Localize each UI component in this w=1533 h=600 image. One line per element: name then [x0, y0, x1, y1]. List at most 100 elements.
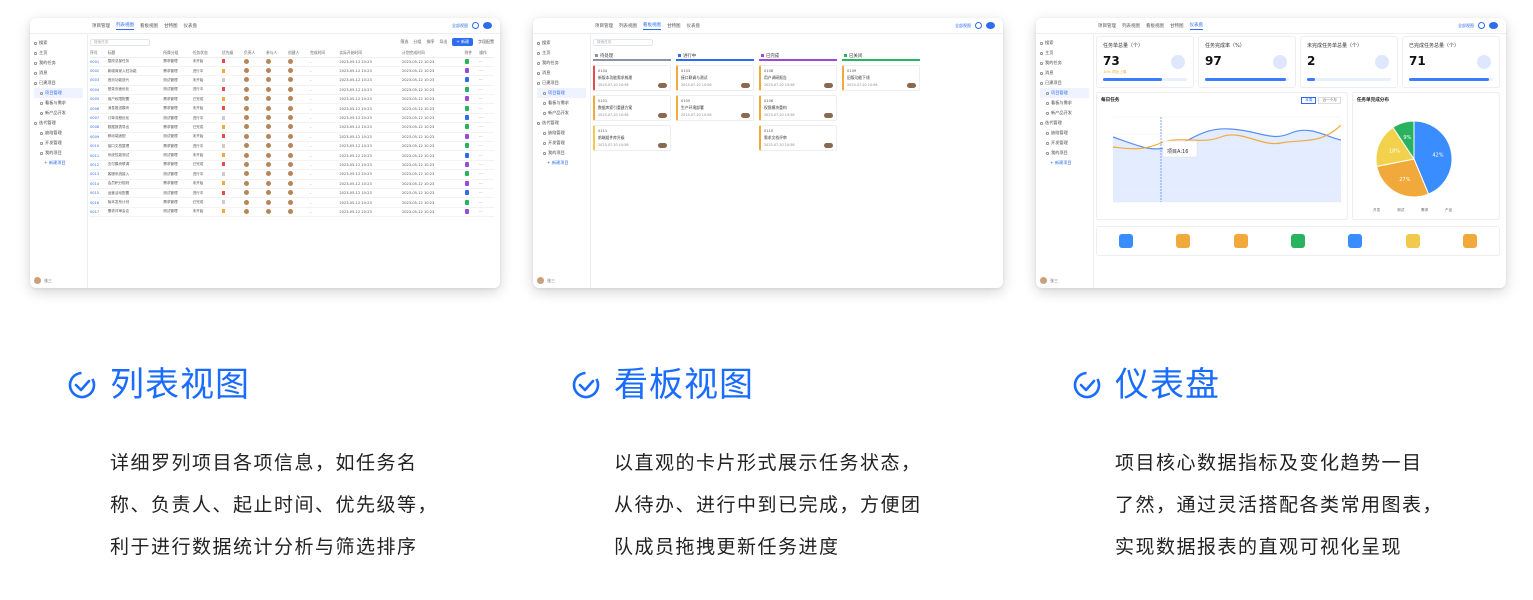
tab-项目管理[interactable]: 项目管理 — [595, 23, 613, 29]
sidebar-item[interactable]: + 新建项目 — [1040, 158, 1089, 168]
sidebar-item[interactable]: 消息 — [1040, 68, 1089, 78]
kanban-card[interactable]: 0106 权限模块重构 2023-07-20 10:56 — [759, 95, 837, 121]
row-actions[interactable]: ··· — [479, 150, 494, 161]
row-id[interactable]: 0013 — [90, 169, 108, 180]
sidebar-item[interactable]: 已建项目 — [537, 78, 586, 88]
table-row[interactable]: 0017 需求评审会议 测试管理 未开始 -2023-05-12 10:23 2023-0… — [90, 207, 494, 218]
kanban-card[interactable]: 0101 数据库索引重建方案 2023-07-20 10:56 — [593, 95, 671, 121]
sidebar-item[interactable]: 搜索 — [1040, 38, 1089, 48]
tab-甘特图[interactable]: 甘特图 — [1170, 23, 1184, 29]
file-icon[interactable] — [464, 133, 469, 139]
row-actions[interactable]: ··· — [479, 103, 494, 114]
tab-看板视图[interactable]: 看板视图 — [1146, 23, 1164, 29]
row-actions[interactable]: ··· — [479, 207, 494, 218]
column-header[interactable]: 标题 — [107, 50, 164, 58]
row-id[interactable]: 0015 — [90, 188, 108, 199]
row-title[interactable]: 订单流程优化 — [107, 113, 164, 124]
add-circle-icon[interactable] — [472, 22, 479, 29]
row-id[interactable]: 0004 — [90, 85, 108, 96]
row-title[interactable]: 消息推送模块 — [107, 103, 164, 114]
row-title[interactable]: 支付模块联调 — [107, 160, 164, 171]
row-actions[interactable]: ··· — [479, 179, 494, 189]
table-row[interactable]: 0010 接口文档整理 需求管理 进行中 -2023-05-12 10:23 2023-0… — [90, 141, 494, 152]
kanban-card[interactable]: 0109 旧版功能下线 2023-07-20 10:56 — [842, 65, 920, 91]
kanban-card[interactable]: 0103 接口联调与测试 2023-07-20 10:56 — [676, 65, 754, 91]
tab-仪表盘[interactable]: 仪表盘 — [184, 23, 198, 29]
row-title[interactable]: 客服系统接入 — [107, 169, 164, 180]
file-icon[interactable] — [464, 190, 469, 196]
add-circle-icon[interactable] — [1478, 22, 1485, 29]
sidebar-item[interactable]: 我的项目 — [1040, 148, 1089, 158]
row-id[interactable]: 0003 — [90, 75, 108, 86]
file-icon[interactable] — [464, 161, 469, 167]
row-id[interactable]: 0005 — [90, 94, 108, 105]
row-actions[interactable]: ··· — [479, 169, 494, 180]
row-actions[interactable]: ··· — [479, 122, 494, 133]
row-actions[interactable]: ··· — [479, 85, 494, 96]
tab-项目管理[interactable]: 项目管理 — [1098, 23, 1116, 29]
row-title[interactable]: 版本发布计划 — [107, 197, 164, 208]
file-icon[interactable] — [464, 115, 469, 121]
column-header[interactable]: 创建人 — [287, 50, 310, 58]
table-row[interactable]: 0011 系统性能测试 测试管理 未开始 -2023-05-12 10:23 2023-0… — [90, 150, 494, 161]
sidebar-item[interactable]: 我的任务 — [1040, 58, 1089, 68]
cloud-icon[interactable] — [1489, 22, 1498, 29]
table-row[interactable]: 0012 支付模块联调 需求管理 已完成 -2023-05-12 10:23 2023-0… — [90, 160, 494, 171]
row-actions[interactable]: ··· — [479, 57, 494, 67]
sidebar-item[interactable]: 搜索 — [537, 38, 586, 48]
column-header[interactable]: 参与人 — [265, 50, 288, 58]
table-row[interactable]: 0009 移动端适配 测试管理 未开始 -2023-05-12 10:23 2023-05… — [90, 132, 494, 143]
app-icon[interactable] — [1405, 234, 1420, 248]
row-actions[interactable]: ··· — [479, 94, 494, 105]
column-header[interactable]: 优先级 — [221, 50, 244, 58]
row-title[interactable]: 新增商家入驻功能 — [107, 66, 164, 77]
row-id[interactable]: 0014 — [90, 179, 108, 189]
sidebar-item[interactable]: 新产品开发 — [34, 108, 83, 118]
sidebar-user[interactable]: 张三 — [537, 277, 555, 284]
file-icon[interactable] — [464, 96, 469, 102]
column-header[interactable]: 所属分组 — [163, 50, 193, 58]
table-row[interactable]: 0008 数据报表导出 需求管理 已完成 -2023-05-12 10:23 2023-0… — [90, 122, 494, 133]
toolbar-字段配置[interactable]: 字段配置 — [478, 39, 494, 45]
table-row[interactable]: 0004 登录页面优化 测试管理 进行中 -2023-05-12 10:23 2023-0… — [90, 85, 494, 96]
column-header[interactable]: 附件 — [464, 50, 480, 58]
sidebar-item[interactable]: 我的项目 — [537, 148, 586, 158]
view-switch-link[interactable]: 全部视图 — [452, 23, 468, 29]
app-icon[interactable] — [1348, 234, 1363, 248]
table-row[interactable]: 0005 用户权限配置 需求管理 已完成 -2023-05-12 10:23 2023-0… — [90, 94, 494, 105]
table-row[interactable]: 0016 版本发布计划 需求管理 已完成 -2023-05-12 10:23 2023-0… — [90, 197, 494, 208]
file-icon[interactable] — [464, 58, 469, 64]
row-id[interactable]: 0007 — [90, 113, 108, 124]
sidebar-user[interactable]: 张三 — [34, 277, 52, 284]
app-icon[interactable] — [1176, 234, 1191, 248]
column-header[interactable]: 任务状态 — [192, 50, 222, 58]
sidebar-item[interactable]: 迭代管理 — [1040, 118, 1089, 128]
sidebar-item[interactable]: 看板与需求 — [34, 98, 83, 108]
file-icon[interactable] — [464, 124, 469, 130]
kanban-card[interactable]: 0110 需求文档评审 2023-07-20 10:56 — [759, 125, 837, 151]
row-title[interactable]: 登录页面优化 — [107, 85, 164, 96]
row-actions[interactable]: ··· — [479, 197, 494, 208]
sidebar-item[interactable]: 搜索 — [34, 38, 83, 48]
file-icon[interactable] — [464, 171, 469, 177]
file-icon[interactable] — [464, 86, 469, 92]
app-icon[interactable] — [1118, 234, 1133, 248]
sidebar-item[interactable]: 看板与需求 — [1040, 98, 1089, 108]
app-icon[interactable] — [1290, 234, 1305, 248]
row-id[interactable]: 0006 — [90, 103, 108, 114]
sidebar-item[interactable]: 开发管理 — [537, 138, 586, 148]
row-id[interactable]: 0017 — [90, 207, 108, 218]
column-header[interactable]: 负责人 — [243, 50, 266, 58]
toolbar-排序[interactable]: 排序 — [426, 39, 434, 45]
table-row[interactable]: 0006 消息推送模块 需求管理 未开始 -2023-05-12 10:23 2023-0… — [90, 103, 494, 114]
sidebar-item[interactable]: 主页 — [1040, 48, 1089, 58]
sidebar-item[interactable]: 我的任务 — [34, 58, 83, 68]
search-input[interactable]: 搜索任务 — [593, 38, 653, 46]
column-header[interactable]: 完成时间 — [310, 50, 340, 58]
toolbar-筛选[interactable]: 筛选 — [400, 39, 408, 45]
sidebar-item[interactable]: 项目管理 — [1040, 88, 1089, 98]
tab-列表视图[interactable]: 列表视图 — [1122, 23, 1140, 29]
kanban-card[interactable]: 0108 用户调研报告 2023-07-20 10:56 — [759, 65, 837, 91]
file-icon[interactable] — [464, 199, 469, 205]
row-title[interactable]: 首页功能迭代 — [107, 75, 164, 86]
